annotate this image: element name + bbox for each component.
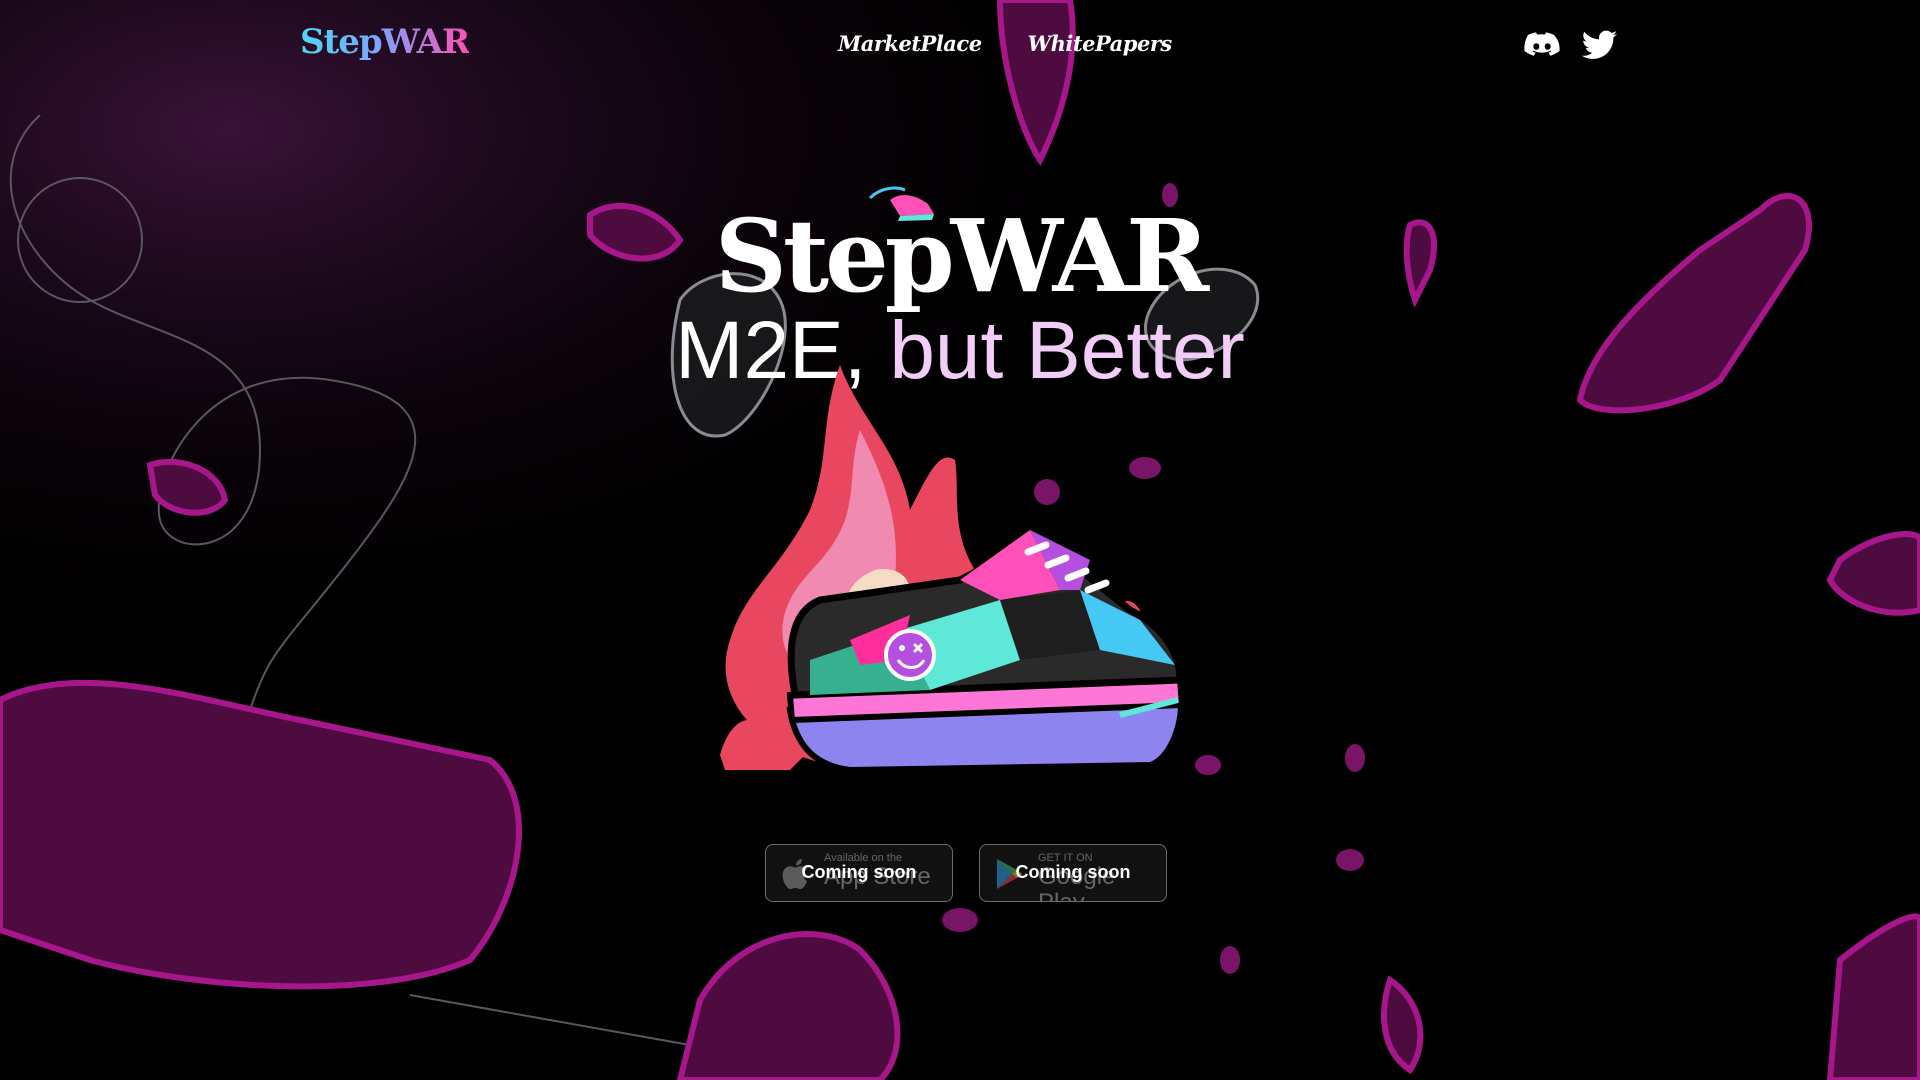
store-buttons: Available on the App Store Coming soon G… — [765, 844, 1167, 902]
social-links — [1524, 30, 1618, 62]
hero-brand-logo: StepWAR — [714, 197, 1210, 315]
top-navbar: StepWAR MarketPlace WhitePapers — [0, 0, 1920, 92]
discord-icon[interactable] — [1524, 30, 1560, 62]
app-store-button[interactable]: Available on the App Store Coming soon — [765, 844, 953, 902]
google-play-button[interactable]: GET IT ON Google Play Coming soon — [979, 844, 1167, 902]
google-play-coming-soon: Coming soon — [1015, 862, 1131, 882]
app-store-coming-soon: Coming soon — [801, 862, 917, 882]
nav-link-whitepapers[interactable]: WhitePapers — [1028, 31, 1173, 56]
brand-logo[interactable]: StepWAR — [300, 22, 470, 62]
nav-link-marketplace[interactable]: MarketPlace — [838, 31, 982, 56]
nav-links: MarketPlace WhitePapers — [838, 31, 1172, 56]
twitter-icon[interactable] — [1582, 30, 1618, 62]
flaming-sneaker-illustration — [720, 365, 1186, 774]
